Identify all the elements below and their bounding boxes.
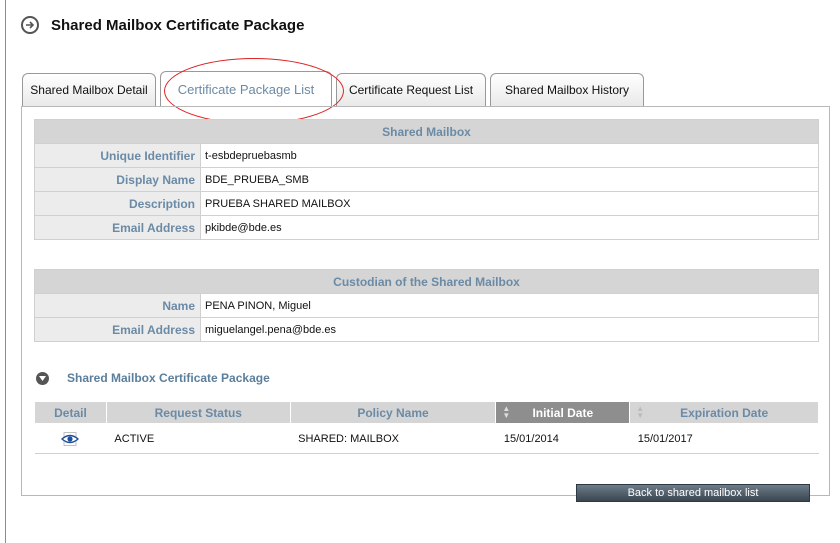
table-row: Name PENA PINON, Miguel	[34, 293, 819, 318]
display-name-value: BDE_PRUEBA_SMB	[200, 167, 819, 192]
table-row: Unique Identifier t-esbdepruebasmb	[34, 143, 819, 168]
content-panel: Shared Mailbox Unique Identifier t-esbde…	[21, 106, 830, 502]
tab-certificate-request-list[interactable]: Certificate Request List	[336, 73, 486, 106]
back-to-list-button[interactable]: Back to shared mailbox list	[576, 484, 810, 502]
column-header-request-status[interactable]: Request Status	[105, 401, 291, 424]
table-row: Email Address miguelangel.pena@bde.es	[34, 317, 819, 342]
request-status-cell: ACTIVE	[106, 423, 291, 454]
page-header: Shared Mailbox Certificate Package	[21, 13, 304, 37]
table-row: ACTIVE SHARED: MAILBOX 15/01/2014 15/01/…	[34, 423, 819, 454]
field-label: Unique Identifier	[34, 143, 201, 168]
page-title: Shared Mailbox Certificate Package	[51, 16, 305, 34]
column-header-policy-name[interactable]: Policy Name	[289, 401, 497, 424]
expiration-date-cell: 15/01/2017	[629, 423, 819, 454]
column-header-initial-date[interactable]: ▲ ▼ Initial Date	[495, 401, 631, 424]
tab-shared-mailbox-detail[interactable]: Shared Mailbox Detail	[22, 73, 156, 106]
custodian-heading: Custodian of the Shared Mailbox	[34, 269, 819, 294]
custodian-name-value: PENA PINON, Miguel	[200, 293, 819, 318]
sort-icon: ▲ ▼	[502, 404, 511, 420]
policy-name-cell: SHARED: MAILBOX	[290, 423, 496, 454]
shared-mailbox-heading: Shared Mailbox	[34, 119, 819, 144]
tab-bar: Shared Mailbox Detail Certificate Packag…	[22, 71, 648, 106]
table-row: Description PRUEBA SHARED MAILBOX	[34, 191, 819, 216]
table-row: Display Name BDE_PRUEBA_SMB	[34, 167, 819, 192]
sort-icon: ▲ ▼	[636, 404, 645, 420]
column-header-expiration-date-label: Expiration Date	[680, 405, 769, 420]
field-label: Description	[34, 191, 201, 216]
column-header-initial-date-label: Initial Date	[532, 405, 594, 420]
column-header-expiration-date[interactable]: ▲ ▼ Expiration Date	[629, 401, 819, 424]
field-label: Name	[34, 293, 201, 318]
field-label: Email Address	[34, 215, 201, 240]
certificate-package-table: Detail Request Status Policy Name ▲ ▼ Ini…	[34, 401, 819, 454]
field-label: Email Address	[34, 317, 201, 342]
detail-cell	[34, 423, 107, 454]
tab-shared-mailbox-history[interactable]: Shared Mailbox History	[490, 73, 644, 106]
email-address-value: pkibde@bde.es	[200, 215, 819, 240]
left-border	[5, 0, 6, 543]
unique-identifier-value: t-esbdepruebasmb	[200, 143, 819, 168]
package-section-header[interactable]: Shared Mailbox Certificate Package	[36, 371, 270, 385]
view-detail-eye-icon[interactable]	[60, 429, 80, 449]
initial-date-cell: 15/01/2014	[495, 423, 630, 454]
shared-mailbox-table: Shared Mailbox Unique Identifier t-esbde…	[34, 119, 819, 240]
description-value: PRUEBA SHARED MAILBOX	[200, 191, 819, 216]
package-section-title: Shared Mailbox Certificate Package	[67, 371, 270, 385]
field-label: Display Name	[34, 167, 201, 192]
arrow-right-circle-icon	[21, 16, 39, 34]
chevron-down-circle-icon[interactable]	[36, 371, 49, 385]
tab-certificate-package-list[interactable]: Certificate Package List	[160, 71, 332, 106]
custodian-table: Custodian of the Shared Mailbox Name PEN…	[34, 269, 819, 342]
custodian-email-value: miguelangel.pena@bde.es	[200, 317, 819, 342]
table-row: Email Address pkibde@bde.es	[34, 215, 819, 240]
column-header-detail: Detail	[34, 401, 107, 424]
